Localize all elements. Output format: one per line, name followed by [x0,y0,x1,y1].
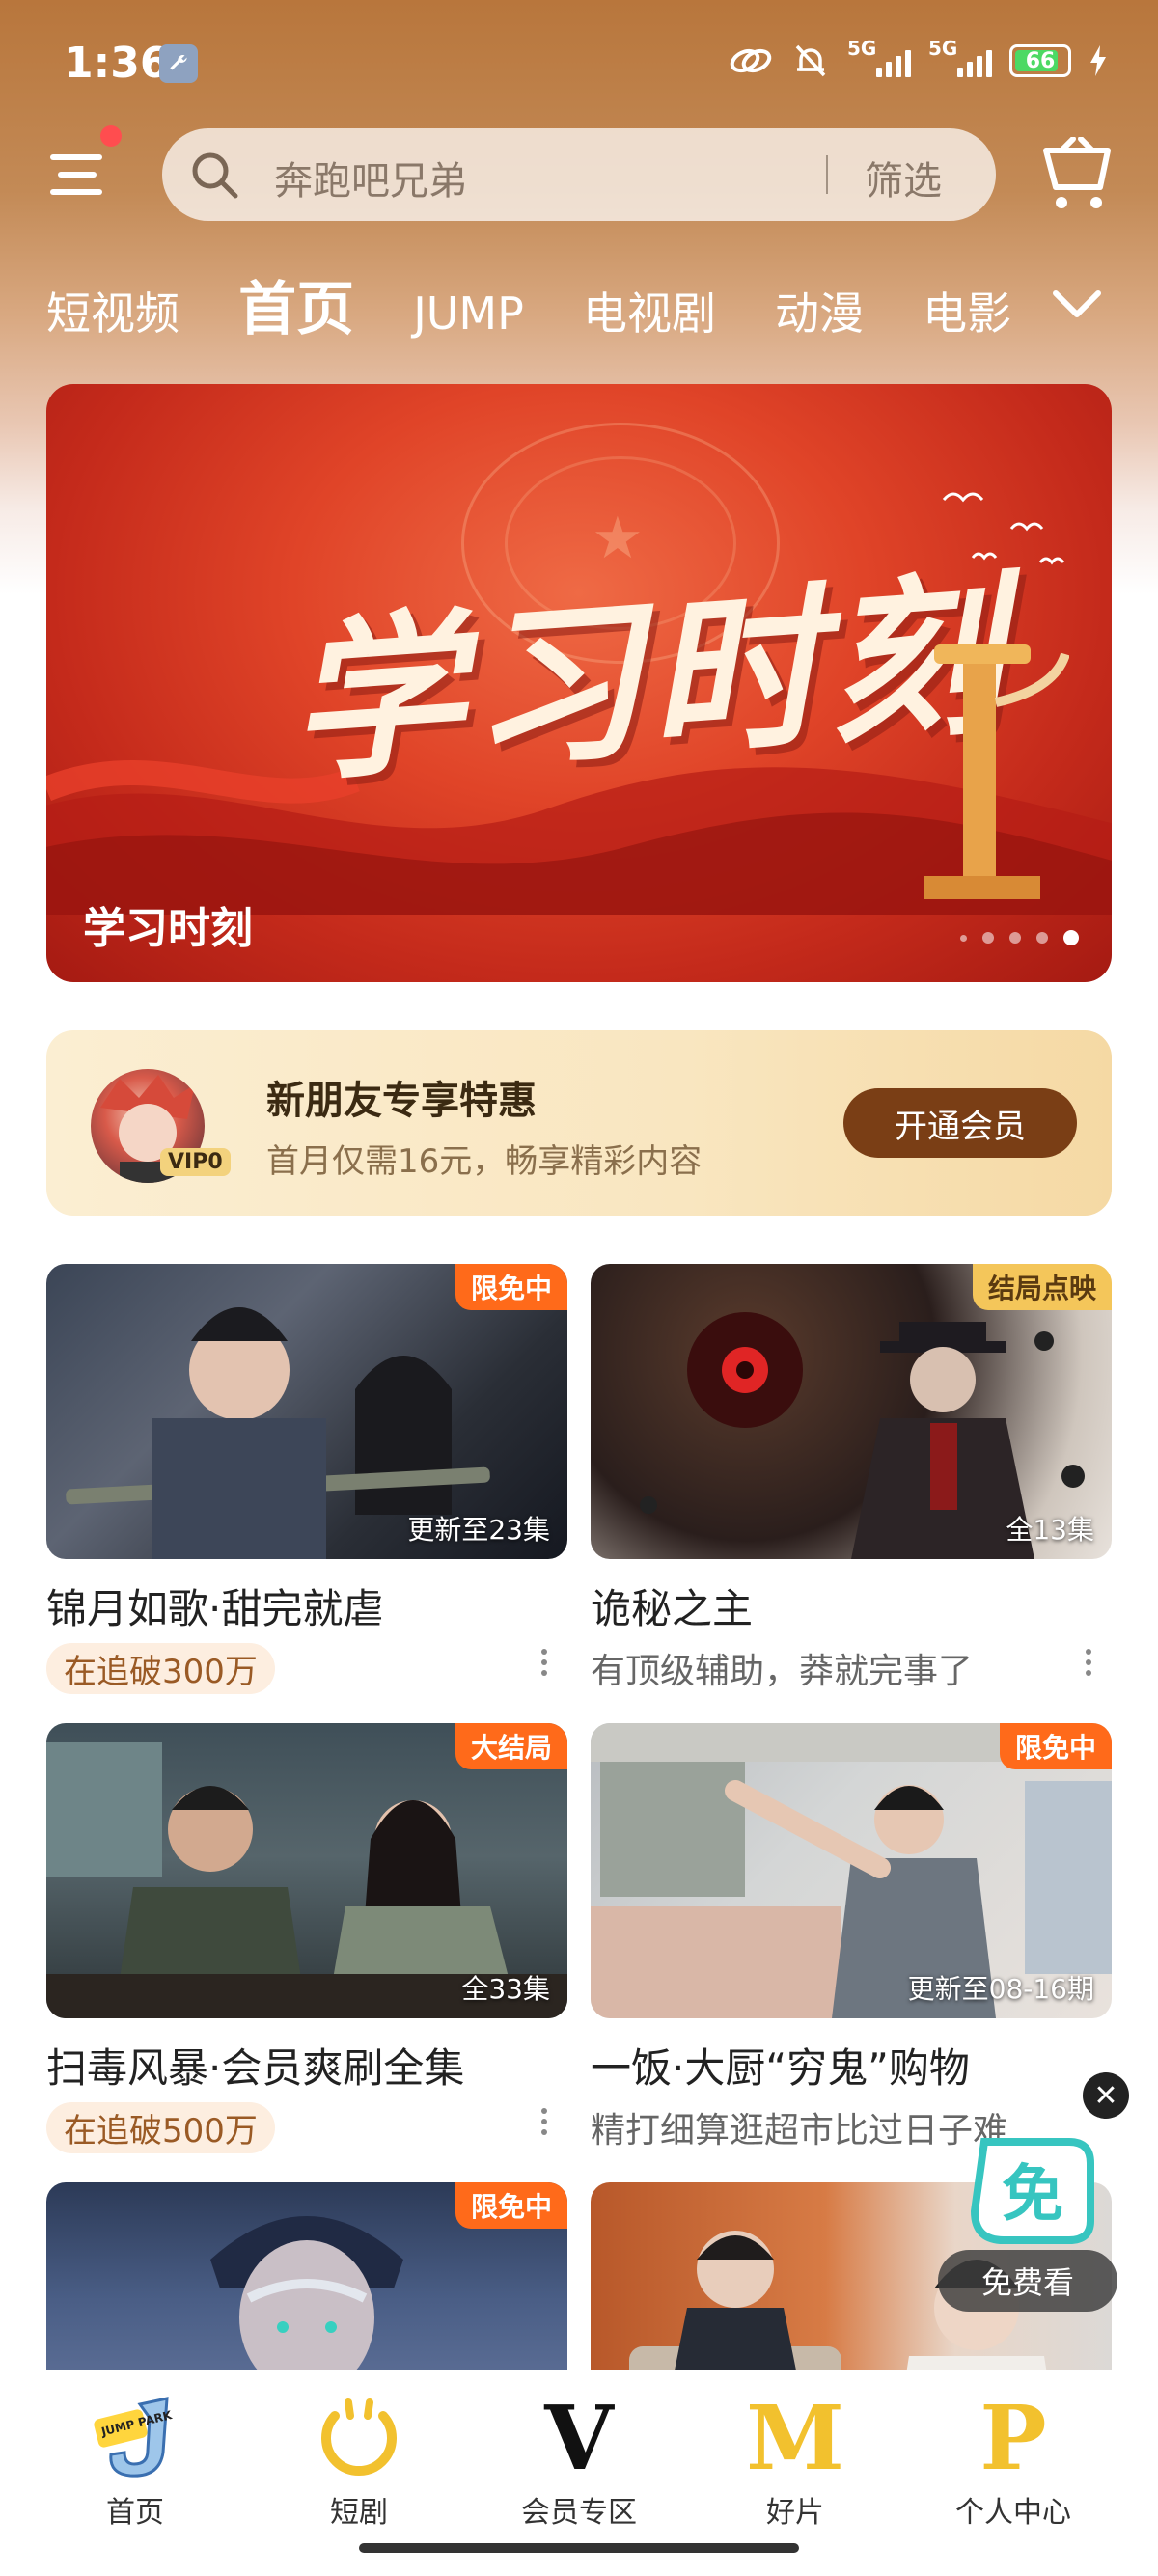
home-indicator[interactable] [359,2543,799,2553]
more-options-icon[interactable] [533,1644,556,1683]
wrench-icon [159,44,198,83]
vip-promo-card[interactable]: VIP0 新朋友专享特惠 首月仅需16元，畅享精彩内容 开通会员 [46,1030,1112,1216]
nav-item-vip-zone[interactable]: V 会员专区 [492,2386,666,2530]
search-bar[interactable]: 奔跑吧兄弟 筛选 [162,128,996,221]
video-thumbnail[interactable]: 限免中 更新至23集 [46,1264,567,1559]
video-card[interactable]: 结局点映 全13集 诡秘之主 有顶级辅助，莽就完事了 [591,1264,1112,1693]
card-title[interactable]: 一饭·大厨“穷鬼”购物 [591,2036,1112,2095]
good-movies-m-icon: M [746,2386,844,2490]
jump-park-icon: JUMP PARK [94,2397,174,2478]
tab-tv-series[interactable]: 电视剧 [583,279,716,340]
search-icon [192,152,238,199]
tab-anime[interactable]: 动漫 [775,279,864,340]
vip-promo-title: 新朋友专享特惠 [266,1079,537,1123]
chevron-down-icon[interactable] [1050,280,1104,328]
tab-jump[interactable]: JUMP [413,288,524,340]
signal-2-icon: 5G [928,37,992,77]
battery-icon: 66 [1009,44,1071,77]
more-options-icon[interactable] [1077,1644,1100,1683]
video-card[interactable]: 限免中 更新至23集 锦月如歌·甜完就虐 在追破300万 [46,1264,567,1694]
mute-bell-icon [795,44,826,77]
tab-short-video[interactable]: 短视频 [46,279,179,340]
short-drama-icon [321,2398,397,2476]
notification-dot [100,125,122,147]
filter-button[interactable]: 筛选 [865,150,942,206]
free-watch-label[interactable]: 免费看 [938,2250,1117,2312]
nav-label: 短剧 [330,2496,388,2530]
svg-text:免: 免 [1002,2159,1063,2231]
popularity-tag: 在追破500万 [46,2102,275,2153]
nav-label: 好片 [766,2496,824,2530]
hero-banner[interactable]: ★ 学习时刻 学习时刻 [46,384,1112,982]
close-icon[interactable]: ✕ [1083,2072,1129,2119]
nav-item-profile[interactable]: P 个人中心 [926,2386,1100,2530]
banner-pagination [960,930,1079,945]
nav-item-good-movies[interactable]: M 好片 [708,2386,882,2530]
video-thumbnail[interactable]: 限免中 更新至08-16期 [591,1723,1112,2018]
nav-label: 首页 [106,2496,164,2530]
free-watch-icon[interactable]: 免 [965,2132,1100,2248]
menu-button[interactable] [50,125,122,203]
search-divider [826,155,828,194]
vip-promo-subtitle: 首月仅需16元，畅享精彩内容 [266,1142,703,1181]
signal-1-icon: 5G [847,37,911,77]
card-badge: 限免中 [455,2182,567,2229]
status-time: 1:36 [64,39,170,88]
popularity-tag: 在追破300万 [46,1643,275,1694]
nav-item-home[interactable]: JUMP PARK 首页 [48,2392,222,2530]
nav-item-short-drama[interactable]: 短剧 [272,2392,446,2530]
huabiao-pillar-decoration [924,644,1069,899]
video-thumbnail[interactable]: 结局点映 全13集 [591,1264,1112,1559]
cart-icon[interactable] [1040,137,1117,212]
episode-count: 全13集 [1006,1514,1094,1546]
video-card[interactable]: 限免中 更新至08-16期 一饭·大厨“穷鬼”购物 精打细算逛超市比过日子难 [591,1723,1112,2152]
nav-label: 会员专区 [521,2496,637,2530]
card-badge: 限免中 [455,1264,567,1310]
card-subtitle: 有顶级辅助，莽就完事了 [591,1652,974,1691]
card-title[interactable]: 扫毒风暴·会员爽刷全集 [46,2036,567,2095]
more-options-icon[interactable] [533,2103,556,2142]
nav-label: 个人中心 [955,2496,1071,2530]
card-badge: 限免中 [999,1723,1112,1769]
profile-p-icon: P [979,2386,1047,2490]
open-vip-button[interactable]: 开通会员 [843,1088,1077,1158]
card-badge: 结局点映 [972,1264,1112,1310]
vip-v-icon: V [544,2386,614,2490]
tab-movie[interactable]: 电影 [923,279,1011,340]
video-card[interactable]: 大结局 全33集 扫毒风暴·会员爽刷全集 在追破500万 [46,1723,567,2153]
card-badge: 大结局 [455,1723,567,1769]
episode-count: 更新至23集 [407,1514,550,1546]
link-icon [730,48,772,73]
video-thumbnail[interactable]: 大结局 全33集 [46,1723,567,2018]
category-tabs: 短视频 首页 JUMP 电视剧 动漫 电影 [46,262,1050,340]
tab-home[interactable]: 首页 [238,262,354,340]
charging-icon [1090,45,1106,76]
search-placeholder: 奔跑吧兄弟 [274,159,467,204]
birds-decoration [942,492,1065,565]
card-title[interactable]: 锦月如歌·甜完就虐 [46,1576,567,1635]
banner-caption: 学习时刻 [83,904,253,953]
episode-count: 更新至08-16期 [907,1973,1094,2005]
status-bar: 1:36 5G 5G 66 [0,0,1158,125]
episode-count: 全33集 [461,1973,550,2005]
vip-level-badge: VIP0 [160,1148,231,1176]
card-title[interactable]: 诡秘之主 [591,1576,1112,1635]
